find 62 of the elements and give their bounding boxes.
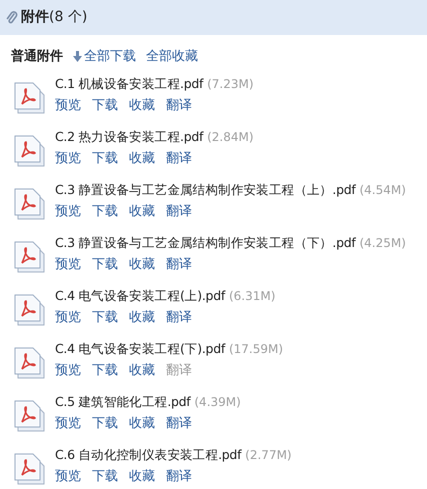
file-name-link[interactable]: C.3 静置设备与工艺金属结构制作安装工程（下）.pdf — [55, 234, 356, 252]
file-size: (2.84M) — [207, 128, 254, 146]
file-action-link[interactable]: 下载 — [92, 414, 118, 434]
file-action-link[interactable]: 预览 — [55, 149, 81, 169]
file-action-link[interactable]: 收藏 — [129, 308, 155, 328]
file-action-link[interactable]: 翻译 — [166, 308, 192, 328]
file-action-link[interactable]: 预览 — [55, 96, 81, 116]
download-all-link[interactable]: 全部下载 — [73, 47, 136, 66]
file-name-link[interactable]: C.1 机械设备安装工程.pdf — [55, 74, 204, 94]
file-action-link[interactable]: 翻译 — [166, 467, 192, 487]
file-action-link[interactable]: 下载 — [92, 467, 118, 487]
file-action-link[interactable]: 下载 — [92, 361, 118, 381]
file-name-link[interactable]: C.5 建筑智能化工程.pdf — [55, 392, 190, 412]
file-name-link[interactable]: C.2 热力设备安装工程.pdf — [55, 128, 204, 146]
file-action-link[interactable]: 预览 — [55, 255, 81, 275]
file-name-link[interactable]: C.3 静置设备与工艺金属结构制作安装工程（上）.pdf — [55, 180, 356, 200]
file-action-link[interactable]: 翻译 — [166, 96, 192, 116]
file-action-link[interactable]: 预览 — [55, 414, 81, 434]
file-action-link[interactable]: 翻译 — [166, 255, 192, 275]
pdf-file-icon — [14, 186, 46, 220]
pdf-file-icon — [14, 240, 46, 274]
pdf-file-icon — [14, 80, 46, 114]
file-size: (6.31M) — [228, 288, 276, 304]
file-name-link[interactable]: C.6 自动化控制仪表安装工程.pdf — [55, 446, 242, 464]
attachment-count: (8 个) — [49, 8, 88, 27]
pdf-file-icon — [14, 398, 46, 432]
file-action-link[interactable]: 预览 — [55, 308, 81, 328]
file-action-link[interactable]: 翻译 — [166, 149, 192, 169]
file-action-link[interactable]: 收藏 — [129, 467, 155, 487]
file-action-link[interactable]: 翻译 — [166, 414, 192, 434]
collect-all-link[interactable]: 全部收藏 — [146, 47, 198, 66]
file-action-link[interactable]: 预览 — [55, 202, 81, 222]
file-size: (17.59M) — [228, 340, 284, 358]
file-size: (7.23M) — [207, 76, 254, 92]
file-action-link[interactable]: 收藏 — [129, 361, 155, 381]
file-action-link[interactable]: 收藏 — [129, 149, 155, 169]
pdf-file-icon — [14, 292, 46, 326]
file-size: (4.25M) — [359, 234, 406, 252]
section-label: 普通附件 — [11, 48, 63, 66]
file-size: (4.39M) — [194, 394, 241, 410]
file-action-link[interactable]: 预览 — [55, 361, 81, 381]
file-size: (4.54M) — [359, 182, 406, 198]
file-action-link[interactable]: 下载 — [92, 202, 118, 222]
file-size: (2.77M) — [245, 446, 292, 464]
file-name-link[interactable]: C.4 电气设备安装工程(上).pdf — [55, 286, 225, 306]
down-arrow-icon — [73, 51, 82, 62]
paperclip-icon — [6, 10, 18, 24]
file-action-link[interactable]: 预览 — [55, 467, 81, 487]
file-action-link[interactable]: 下载 — [92, 308, 118, 328]
section-title: 附件 — [21, 8, 49, 27]
file-action-link[interactable]: 收藏 — [129, 414, 155, 434]
file-action-link[interactable]: 下载 — [92, 96, 118, 116]
file-action-link[interactable]: 收藏 — [129, 255, 155, 275]
file-action-link[interactable]: 收藏 — [129, 96, 155, 116]
file-name-link[interactable]: C.4 电气设备安装工程(下).pdf — [55, 340, 225, 358]
file-action-link[interactable]: 翻译 — [166, 202, 192, 222]
pdf-file-icon — [14, 134, 46, 168]
file-action-link[interactable]: 收藏 — [129, 202, 155, 222]
file-action-link[interactable]: 下载 — [92, 149, 118, 169]
pdf-file-icon — [14, 346, 46, 380]
pdf-file-icon — [14, 452, 46, 486]
file-action-link[interactable]: 下载 — [92, 255, 118, 275]
